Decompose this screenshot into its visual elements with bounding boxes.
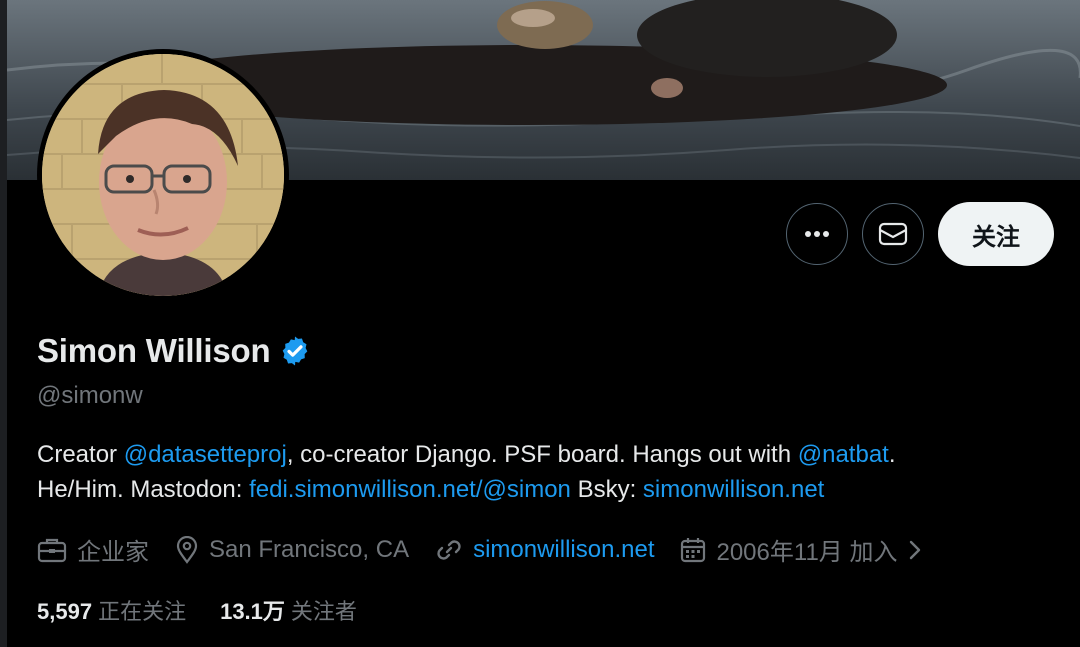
bio-text: , co-creator Django. PSF board. Hangs ou…: [286, 441, 798, 468]
briefcase-icon: [37, 538, 67, 562]
left-strip: [0, 0, 7, 647]
profile-avatar[interactable]: [37, 49, 289, 301]
meta-location: San Francisco, CA: [175, 535, 410, 564]
following-stat[interactable]: 5,597 正在关注: [37, 594, 186, 626]
name-row: Simon Willison: [37, 332, 312, 370]
location-pin-icon: [176, 535, 198, 564]
display-name: Simon Willison: [37, 332, 271, 369]
following-count: 5,597: [37, 599, 93, 624]
follow-stats: 5,597 正在关注 13.1万 关注者: [37, 594, 391, 626]
message-button[interactable]: [862, 203, 924, 265]
location-text: San Francisco, CA: [209, 535, 410, 563]
bio-link-natbat[interactable]: @natbat: [798, 441, 889, 468]
bio-text: Creator: [37, 441, 124, 468]
follow-button[interactable]: 关注: [938, 202, 1054, 266]
envelope-icon: [878, 222, 908, 246]
profession-text: 企业家: [77, 539, 149, 566]
bio-line-1: Creator @datasetteproj, co-creator Djang…: [37, 437, 1047, 472]
followers-stat[interactable]: 13.1万 关注者: [220, 594, 357, 626]
following-label: 正在关注: [98, 599, 187, 624]
meta-website: simonwillison.net: [435, 536, 654, 564]
profile-meta: 企业家 San Francisco, CA simonwillison.net …: [37, 532, 949, 567]
more-icon: [805, 231, 829, 237]
meta-joined[interactable]: 2006年11月 加入: [680, 532, 923, 567]
more-button[interactable]: [786, 203, 848, 265]
avatar-image: [42, 54, 284, 296]
verified-badge-icon[interactable]: [278, 334, 312, 368]
website-link[interactable]: simonwillison.net: [473, 536, 654, 564]
bio: Creator @datasetteproj, co-creator Djang…: [37, 437, 1047, 507]
chevron-right-icon: [910, 540, 921, 559]
profile-actions: 关注: [786, 202, 1054, 266]
bio-text: He/Him. Mastodon:: [37, 476, 250, 503]
bio-text: Bsky:: [570, 476, 643, 503]
followers-label: 关注者: [290, 599, 357, 624]
bio-line-2: He/Him. Mastodon: fedi.simonwillison.net…: [37, 472, 1047, 507]
followers-count: 13.1万: [220, 599, 285, 624]
bio-link-mastodon[interactable]: fedi.simonwillison.net/@simon: [249, 476, 571, 503]
bio-link-bsky[interactable]: simonwillison.net: [643, 476, 824, 503]
username-handle: @simonw: [37, 382, 143, 409]
calendar-icon: [681, 537, 706, 562]
bio-link-datasetteproj[interactable]: @datasetteproj: [124, 441, 287, 468]
bio-text: .: [888, 441, 896, 468]
joined-text: 2006年11月 加入: [716, 539, 898, 566]
link-icon: [437, 539, 461, 560]
meta-profession: 企业家: [37, 532, 149, 567]
